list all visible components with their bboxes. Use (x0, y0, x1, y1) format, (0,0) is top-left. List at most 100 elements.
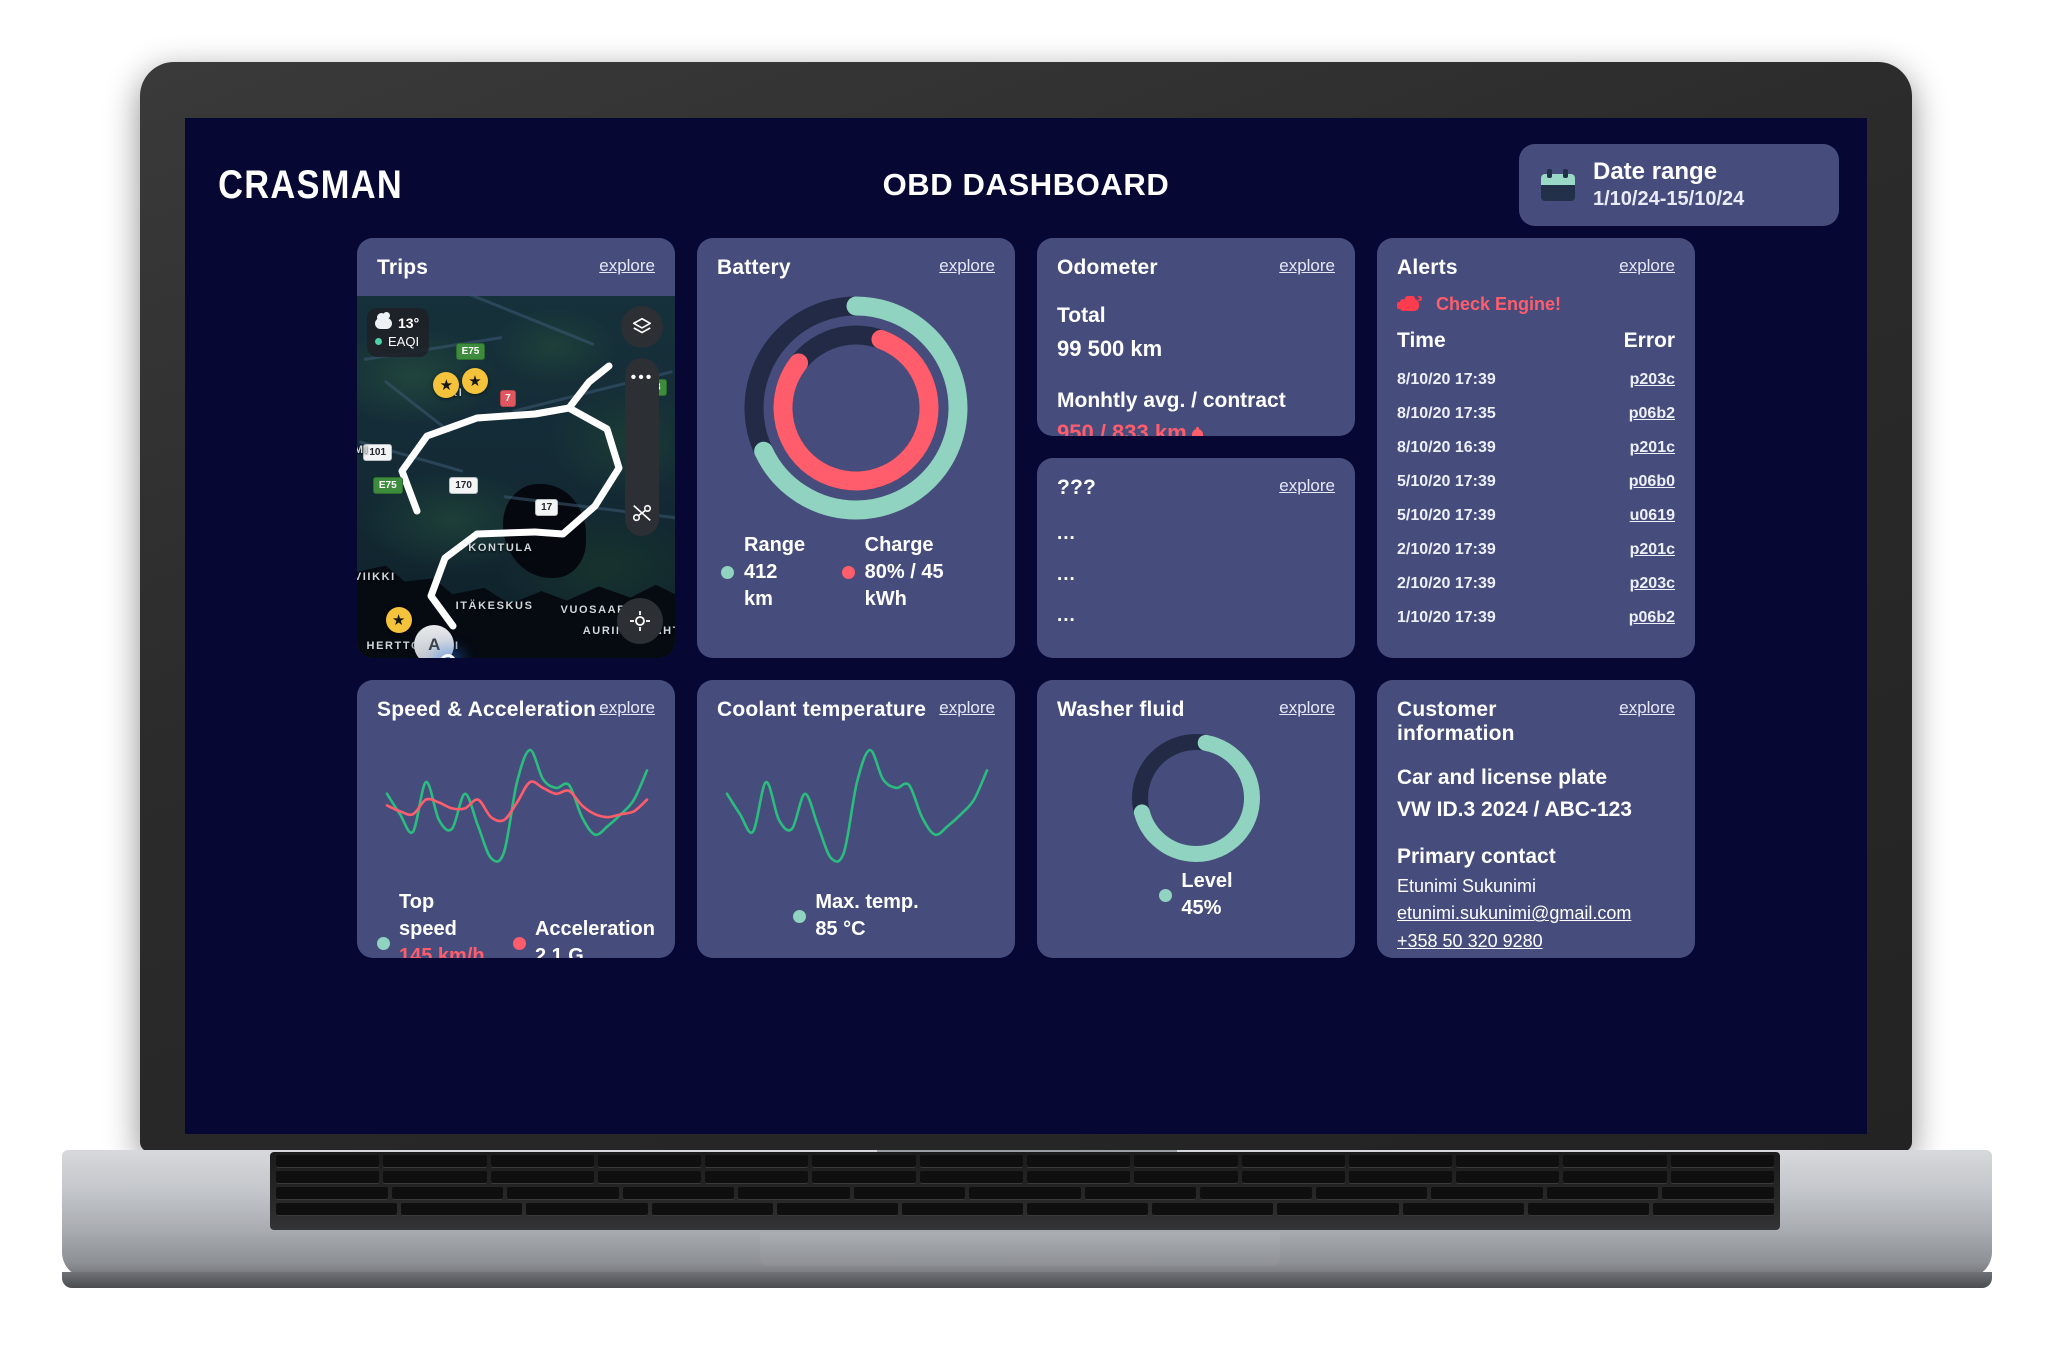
card-washer-fluid: Washer fluid explore Level 45% (1037, 680, 1355, 958)
keyboard-key (1134, 1171, 1238, 1184)
keyboard-key (597, 1171, 702, 1184)
odometer-explore-link[interactable]: explore (1279, 256, 1335, 276)
keyboard-key (597, 1155, 702, 1168)
washer-header: Washer fluid explore (1057, 698, 1335, 722)
legend-value-level: 45% (1181, 897, 1222, 919)
check-engine-banner: Check Engine! (1397, 294, 1675, 315)
customer-contact-name: Etunimi Sukunimi (1397, 875, 1537, 896)
coolant-line-chart (717, 740, 997, 868)
alert-error[interactable]: p201c (1580, 431, 1675, 465)
date-range-label: Date range (1593, 158, 1718, 186)
keyboard-key (383, 1155, 487, 1168)
keyboard-key (1026, 1171, 1131, 1184)
trips-explore-link[interactable]: explore (599, 256, 655, 276)
legend-dot-level (1159, 888, 1173, 902)
keyboard-key (853, 1187, 966, 1200)
speed-title: Speed & Acceleration (377, 698, 597, 721)
table-row: 5/10/20 17:39 p06b0 (1397, 465, 1675, 499)
alert-error[interactable]: p06b2 (1580, 397, 1675, 431)
route-off-icon[interactable] (631, 502, 653, 524)
alert-error[interactable]: u0619 (1580, 499, 1675, 533)
alert-error-link[interactable]: p201c (1630, 439, 1675, 456)
layers-icon[interactable] (621, 306, 663, 348)
top-bar: CRASMAN OBD DASHBOARD Date range 1/10/24… (213, 142, 1839, 228)
brand-logo: CRASMAN (218, 162, 404, 207)
alert-error[interactable]: p203c (1580, 363, 1675, 397)
customer-contact-email[interactable]: etunimi.sukunimi@gmail.com (1397, 900, 1675, 928)
trips-map[interactable]: 13° EAQI E75 E75 E18 101 170 (357, 292, 675, 658)
more-icon[interactable]: ••• (631, 370, 654, 386)
alert-error-link[interactable]: p06b2 (1629, 405, 1675, 422)
legend-dot-top-speed (377, 936, 390, 950)
odometer-column: Odometer explore Total 99 500 km Monhtly… (1037, 238, 1355, 658)
legend-dot-charge (841, 566, 855, 579)
washer-explore-link[interactable]: explore (1279, 698, 1335, 718)
map-shield-e75: E75 (455, 343, 486, 361)
map-shield-170: 170 (449, 477, 478, 494)
alert-error[interactable]: p06b0 (1580, 465, 1675, 499)
odometer-avg-label: Monhtly avg. / contract (1057, 388, 1286, 412)
alerts-explore-link[interactable]: explore (1619, 256, 1675, 276)
keyboard-key (1527, 1203, 1649, 1216)
alert-error-link[interactable]: p203c (1630, 575, 1675, 592)
legend-label-level: Level (1181, 870, 1233, 892)
customer-contact-label: Primary contact (1397, 845, 1556, 868)
date-range-value: 1/10/24-15/10/24 (1593, 187, 1745, 210)
map-label-viikki: VIIKKI (357, 571, 396, 584)
card-customer-information: Customer information explore Car and lic… (1377, 680, 1695, 958)
alert-time: 8/10/20 17:35 (1397, 405, 1496, 422)
alert-error[interactable]: p06b2 (1580, 601, 1675, 635)
table-row: 2/10/20 17:39 p203c (1397, 567, 1675, 601)
customer-title: Customer information (1397, 698, 1515, 745)
unknown-explore-link[interactable]: explore (1279, 476, 1335, 496)
keyboard-key (1134, 1155, 1238, 1168)
alert-error-link[interactable]: p201c (1630, 541, 1675, 558)
alert-error-link[interactable]: p06b2 (1629, 609, 1675, 626)
washer-legend: Level 45% (1057, 868, 1335, 922)
washer-donut-chart (1057, 728, 1335, 868)
screenshot-stage: CRASMAN OBD DASHBOARD Date range 1/10/24… (0, 0, 2048, 1372)
coolant-explore-link[interactable]: explore (939, 698, 995, 718)
keyboard-key (919, 1171, 1023, 1184)
keyboard-key (1200, 1187, 1312, 1200)
map-tools-pill[interactable]: ••• (625, 358, 659, 536)
alert-error-link[interactable]: p203c (1630, 371, 1675, 388)
legend-item-range: Range 412 km (721, 532, 812, 613)
legend-label-max-temp: Max. temp. (815, 891, 919, 913)
alert-error[interactable]: p203c (1580, 567, 1675, 601)
unknown-row: ... (1057, 605, 1076, 626)
alert-error-link[interactable]: p06b0 (1629, 473, 1675, 490)
customer-explore-link[interactable]: explore (1619, 698, 1675, 718)
map-current-marker[interactable]: A (414, 625, 455, 658)
trips-title: Trips (377, 256, 429, 279)
alert-error-link[interactable]: u0619 (1630, 507, 1675, 524)
calendar-icon (1541, 169, 1575, 201)
keyboard-key (507, 1187, 619, 1200)
alerts-title: Alerts (1397, 256, 1458, 279)
battery-explore-link[interactable]: explore (939, 256, 995, 276)
legend-dot-range (721, 566, 734, 579)
customer-contact-phone[interactable]: +358 50 320 9280 (1397, 928, 1675, 956)
locate-icon[interactable] (617, 598, 663, 644)
laptop-screen: CRASMAN OBD DASHBOARD Date range 1/10/24… (185, 118, 1867, 1134)
laptop-trackpad (760, 1232, 1280, 1266)
alert-error[interactable]: p201c (1580, 533, 1675, 567)
battery-header: Battery explore (717, 256, 995, 280)
table-row: 2/10/20 17:39 p201c (1397, 533, 1675, 567)
laptop-foot (62, 1272, 1992, 1288)
air-quality-label: EAQI (388, 333, 420, 349)
customer-car-value: VW ID.3 2024 / ABC-123 (1397, 797, 1632, 821)
legend-label-top-speed: Top speed (399, 891, 457, 940)
map-star-marker[interactable]: ★ (385, 607, 412, 634)
customer-car-label: Car and license plate (1397, 766, 1608, 789)
date-range-selector[interactable]: Date range 1/10/24-15/10/24 (1519, 144, 1839, 226)
keyboard-key (901, 1203, 1024, 1216)
alert-time: 5/10/20 17:39 (1397, 473, 1496, 490)
odometer-avg-text: 950 / 833 km (1057, 420, 1187, 436)
speed-explore-link[interactable]: explore (599, 698, 655, 718)
keyboard-row (270, 1184, 1780, 1200)
alert-time: 8/10/20 16:39 (1397, 439, 1496, 456)
legend-dot-acceleration (512, 936, 526, 950)
map-label-itakeskus: ITÄKESKUS (455, 600, 534, 613)
odometer-total: Total 99 500 km (1057, 300, 1335, 365)
